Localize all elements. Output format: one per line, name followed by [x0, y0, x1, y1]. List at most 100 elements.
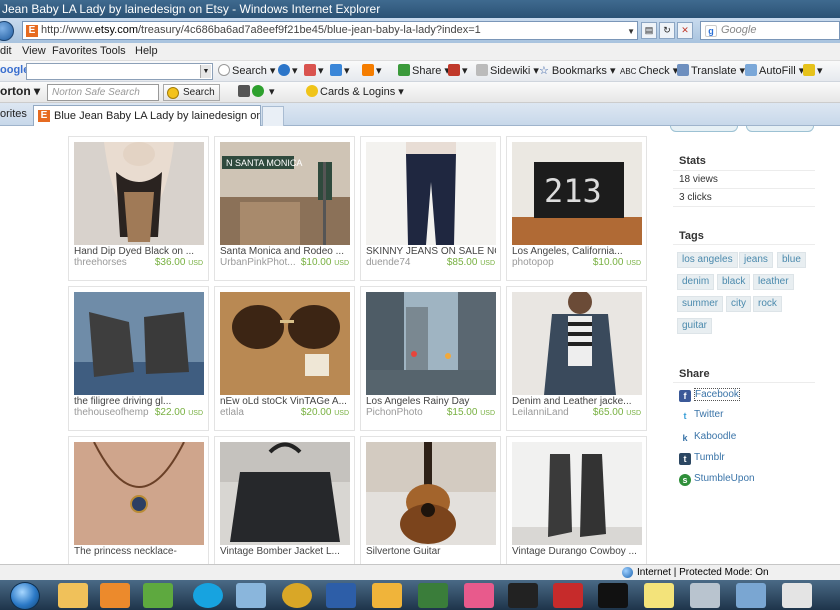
- item-photo[interactable]: [366, 292, 496, 395]
- item-card[interactable]: Silvertone Guitar: [360, 436, 501, 564]
- item-photo[interactable]: [512, 292, 642, 395]
- globe-icon[interactable]: [282, 583, 312, 608]
- eraser-button[interactable]: ▾: [304, 64, 324, 77]
- item-title[interactable]: the filigree driving gl...: [74, 396, 204, 407]
- menu-tools[interactable]: Tools: [100, 45, 126, 57]
- skype-icon[interactable]: [193, 583, 223, 608]
- search-input[interactable]: g Google: [700, 21, 840, 40]
- item-card[interactable]: nEw oLd stoCk VinTAGe A... etlala $20.00…: [214, 286, 355, 431]
- item-photo[interactable]: 213: [512, 142, 642, 245]
- google-search-box[interactable]: ▼: [26, 63, 213, 80]
- app-icon[interactable]: [372, 583, 402, 608]
- word-icon[interactable]: [326, 583, 356, 608]
- toolbar-options-button[interactable]: ▾: [803, 64, 823, 77]
- item-card[interactable]: N SANTA MONICA Santa Monica and Rodeo ..…: [214, 136, 355, 281]
- chevron-down-icon[interactable]: ▼: [200, 65, 211, 78]
- item-title[interactable]: Vintage Durango Cowboy ...: [512, 546, 642, 557]
- item-title[interactable]: Silvertone Guitar: [366, 546, 496, 557]
- menu-view[interactable]: View: [22, 45, 46, 57]
- item-card[interactable]: 213 Los Angeles, California... photopop …: [506, 136, 647, 281]
- norton-search-input[interactable]: Norton Safe Search: [47, 84, 159, 101]
- item-title[interactable]: Santa Monica and Rodeo ...: [220, 246, 350, 257]
- media-player-icon[interactable]: [100, 583, 130, 608]
- menu-help[interactable]: Help: [135, 45, 158, 57]
- people-icon[interactable]: [143, 583, 173, 608]
- pinwheel-icon[interactable]: [464, 583, 494, 608]
- google-search-button[interactable]: Search ▾: [218, 64, 275, 77]
- item-shop[interactable]: thehouseofhemp: [74, 407, 154, 418]
- share-tumblr[interactable]: t Tumblr: [679, 452, 725, 466]
- item-card[interactable]: Denim and Leather jacke... LeilanniLand …: [506, 286, 647, 431]
- item-card[interactable]: the filigree driving gl... thehouseofhem…: [68, 286, 209, 431]
- item-title[interactable]: Los Angeles Rainy Day: [366, 396, 496, 407]
- item-card[interactable]: Vintage Bomber Jacket L...: [214, 436, 355, 564]
- compatibility-view-icon[interactable]: ▤: [641, 22, 657, 39]
- item-title[interactable]: The princess necklace-: [74, 546, 204, 557]
- blogger-button[interactable]: ▾: [362, 64, 382, 77]
- item-photo[interactable]: [220, 442, 350, 545]
- item-photo[interactable]: [512, 442, 642, 545]
- autofill-button[interactable]: AutoFill ▾: [745, 64, 804, 77]
- tag-pill[interactable]: city: [726, 296, 751, 312]
- item-photo[interactable]: [220, 292, 350, 395]
- tag-pill[interactable]: denim: [677, 274, 715, 290]
- item-shop[interactable]: UrbanPinkPhot...: [220, 257, 300, 268]
- item-shop[interactable]: photopop: [512, 257, 592, 268]
- calculator-icon[interactable]: [690, 583, 720, 608]
- start-button[interactable]: [10, 582, 40, 610]
- item-shop[interactable]: threehorses: [74, 257, 154, 268]
- item-card[interactable]: SKINNY JEANS ON SALE NO... duende74 $85.…: [360, 136, 501, 281]
- back-button[interactable]: [0, 21, 14, 41]
- itunes-icon[interactable]: [236, 583, 266, 608]
- item-title[interactable]: Hand Dip Dyed Black on ...: [74, 246, 204, 257]
- item-shop[interactable]: LeilanniLand: [512, 407, 592, 418]
- item-photo[interactable]: [366, 442, 496, 545]
- tag-pill[interactable]: black: [717, 274, 751, 290]
- plus-button[interactable]: ▾: [330, 64, 350, 77]
- item-card[interactable]: The princess necklace-: [68, 436, 209, 564]
- item-title[interactable]: Vintage Bomber Jacket L...: [220, 546, 350, 557]
- item-photo[interactable]: [74, 142, 204, 245]
- tag-pill[interactable]: blue: [777, 252, 806, 268]
- refresh-icon[interactable]: ↻: [659, 22, 675, 39]
- eye-icon[interactable]: [508, 583, 538, 608]
- check-button[interactable]: ABC Check ▾: [620, 64, 678, 77]
- item-card[interactable]: Vintage Durango Cowboy ...: [506, 436, 647, 564]
- item-photo[interactable]: [74, 442, 204, 545]
- item-title[interactable]: SKINNY JEANS ON SALE NO...: [366, 246, 496, 257]
- globe-button[interactable]: ▾: [278, 64, 298, 77]
- arc-icon[interactable]: [418, 583, 448, 608]
- cards-logins-button[interactable]: Cards & Logins ▾: [306, 85, 404, 98]
- new-tab-button[interactable]: [262, 106, 284, 126]
- share-facebook[interactable]: f Facebook: [679, 388, 740, 403]
- item-shop[interactable]: etlala: [220, 407, 300, 418]
- address-bar[interactable]: E http://www.etsy.com/treasury/4c686ba6a…: [22, 21, 638, 40]
- item-shop[interactable]: PichonPhoto: [366, 407, 446, 418]
- bookmarks-button[interactable]: ☆ Bookmarks ▾: [539, 64, 615, 77]
- item-card[interactable]: Hand Dip Dyed Black on ... threehorses $…: [68, 136, 209, 281]
- top-button-left[interactable]: [670, 126, 738, 132]
- itunes-icon-2[interactable]: [736, 583, 766, 608]
- acrobat-icon[interactable]: [553, 583, 583, 608]
- folder-icon[interactable]: [58, 583, 88, 608]
- tag-pill[interactable]: guitar: [677, 318, 713, 334]
- tag-pill[interactable]: jeans: [739, 252, 773, 268]
- tab-active[interactable]: E Blue Jean Baby LA Lady by lainedesign …: [33, 105, 261, 126]
- share-button[interactable]: Share ▾: [398, 64, 450, 77]
- top-button-right[interactable]: [746, 126, 814, 132]
- chevron-down-icon[interactable]: ▼: [627, 27, 635, 36]
- sidewiki-button[interactable]: Sidewiki ▾: [476, 64, 539, 77]
- norton-logo[interactable]: orton ▾: [0, 84, 40, 98]
- item-photo[interactable]: [366, 142, 496, 245]
- tag-pill[interactable]: summer: [677, 296, 724, 312]
- app-icon-2[interactable]: [782, 583, 812, 608]
- item-title[interactable]: nEw oLd stoCk VinTAGe A...: [220, 396, 350, 407]
- item-photo[interactable]: N SANTA MONICA: [220, 142, 350, 245]
- item-photo[interactable]: [74, 292, 204, 395]
- share-kaboodle[interactable]: k Kaboodle: [679, 431, 736, 445]
- menu-edit[interactable]: dit: [0, 45, 12, 57]
- popup-blocker-button[interactable]: ▾: [448, 64, 468, 77]
- item-title[interactable]: Los Angeles, California...: [512, 246, 642, 257]
- tag-pill[interactable]: rock: [753, 296, 782, 312]
- safe-web-button[interactable]: ▾: [238, 85, 275, 98]
